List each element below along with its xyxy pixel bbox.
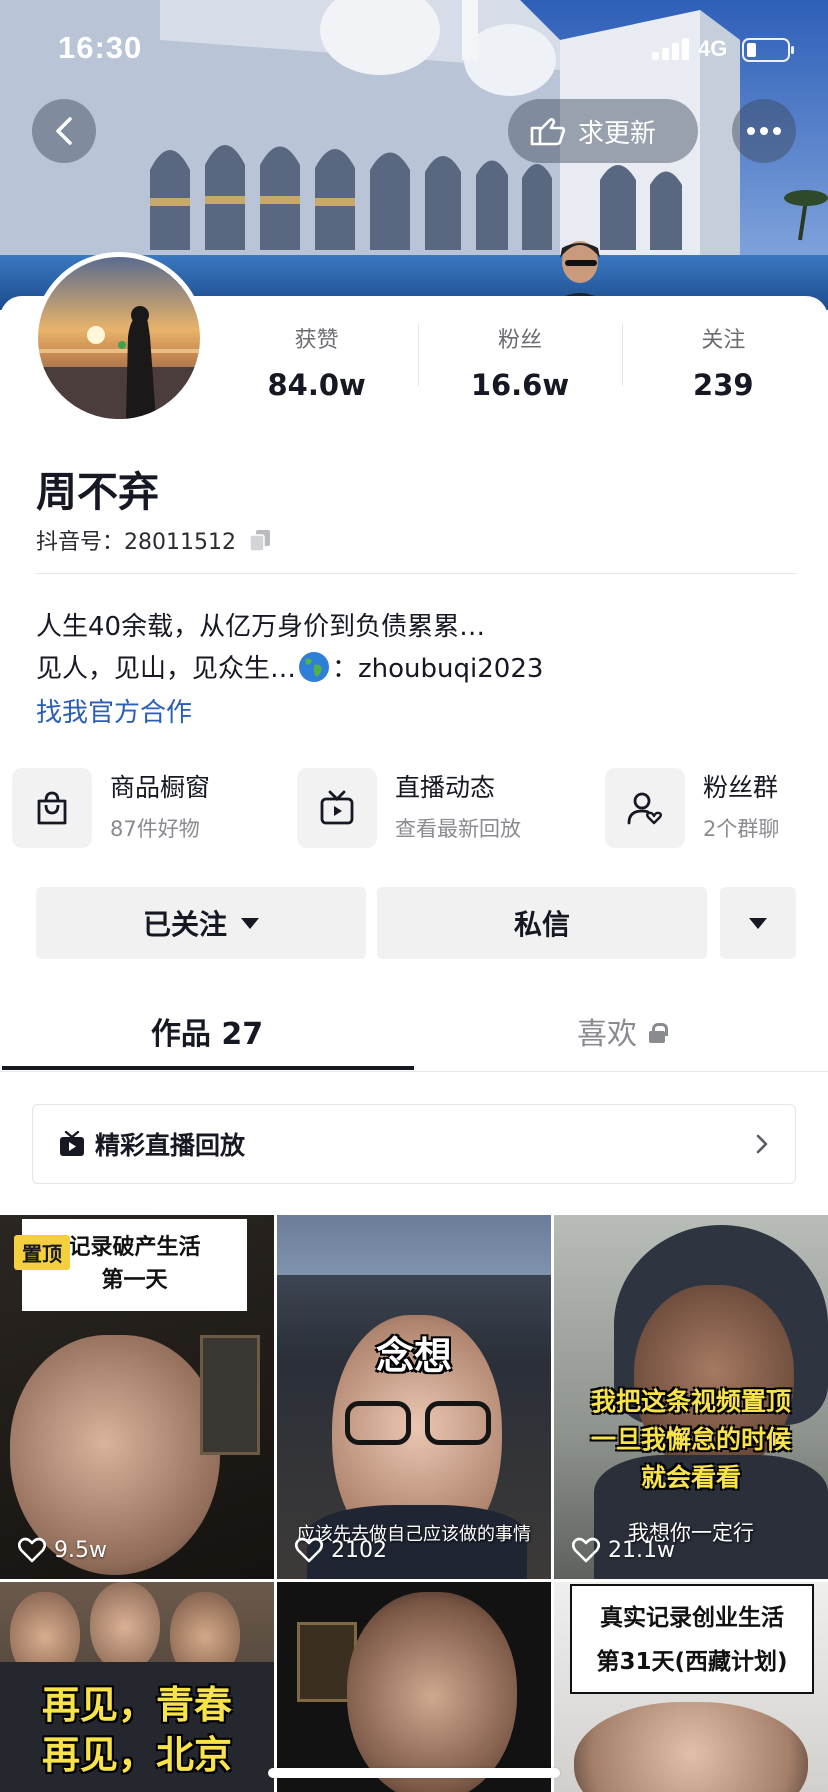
bio-line-1: 人生40余载，从亿万身价到负债累累… — [36, 612, 486, 642]
battery-icon — [742, 38, 794, 62]
feature-shop-window-subtitle: 87件好物 — [110, 817, 200, 841]
more-button[interactable] — [732, 99, 796, 163]
video-tile[interactable] — [277, 1582, 551, 1792]
video-caption: 再见，青春 再见，北京 — [41, 1683, 232, 1777]
video-tile[interactable]: 记录破产生活 第一天 置顶 9.5w — [0, 1215, 274, 1579]
copy-icon[interactable] — [248, 528, 272, 552]
stat-likes-value: 84.0w — [267, 368, 366, 402]
video-caption: 真实记录创业生活 第31天(西藏计划) — [570, 1584, 814, 1694]
feature-shortcuts: 商品橱窗 87件好物 直播动态 查看最新回放 粉丝群 2个群聊 — [0, 766, 828, 850]
more-dots-icon — [747, 127, 781, 135]
bio-line-2: 见人，见山，见众生… ：zhoubuqi2023 — [36, 648, 543, 690]
heart-icon — [295, 1537, 323, 1563]
recommend-toggle-button[interactable] — [720, 887, 796, 959]
triangle-down-icon — [241, 917, 259, 929]
video-caption: 念想 — [375, 1334, 452, 1378]
divider — [36, 573, 796, 574]
douyin-id-text: 抖音号：28011512 — [36, 530, 236, 555]
feature-live-updates[interactable]: 直播动态 查看最新回放 — [297, 766, 521, 850]
bio-line-2-suffix: ：zhoubuqi2023 — [332, 654, 544, 684]
video-tile[interactable]: 我把这条视频置顶 一旦我懈怠的时候 就会看看 我想你一定行 21.1w — [554, 1215, 828, 1579]
stat-likes-label: 获赞 — [294, 328, 339, 353]
feature-shop-window[interactable]: 商品橱窗 87件好物 — [12, 766, 210, 850]
heart-icon — [18, 1537, 46, 1563]
followed-label: 已关注 — [142, 908, 227, 941]
stat-likes[interactable]: 获赞 84.0w — [215, 322, 418, 402]
tab-active-indicator — [2, 1066, 414, 1070]
message-button[interactable]: 私信 — [377, 887, 707, 959]
video-likes: 2102 — [295, 1537, 387, 1563]
video-likes-count: 2102 — [331, 1537, 387, 1563]
followed-button[interactable]: 已关注 — [36, 887, 366, 959]
live-replay-entry[interactable]: 精彩直播回放 — [32, 1104, 796, 1184]
bio-line-2-prefix: 见人，见山，见众生… — [36, 654, 297, 684]
video-grid: 记录破产生活 第一天 置顶 9.5w 念想 应该先去做自己应该做的事情 2102… — [0, 1215, 828, 1792]
status-bar: 16:30 4G — [0, 0, 828, 100]
umbrella-background — [277, 1215, 551, 1275]
video-tile[interactable]: 念想 应该先去做自己应该做的事情 2102 — [277, 1215, 551, 1579]
globe-icon — [299, 652, 330, 682]
feature-fan-group-title: 粉丝群 — [703, 773, 779, 802]
video-tile[interactable]: 再见，青春 再见，北京 — [0, 1582, 274, 1792]
video-caption: 我把这条视频置顶 一旦我懈怠的时候 就会看看 — [590, 1387, 791, 1492]
glasses-left — [345, 1401, 411, 1445]
stat-followers-label: 粉丝 — [497, 328, 542, 353]
stat-followers[interactable]: 粉丝 16.6w — [418, 322, 621, 402]
live-tv-icon — [60, 1131, 84, 1156]
fan-group-icon — [605, 768, 685, 848]
network-type: 4G — [698, 36, 728, 61]
lock-icon — [649, 1023, 668, 1043]
profile-actions: 已关注 私信 — [36, 887, 796, 959]
window-frame — [200, 1335, 260, 1455]
chevron-left-icon — [56, 117, 72, 145]
stat-following-label: 关注 — [701, 328, 746, 353]
video-likes-count: 9.5w — [54, 1537, 107, 1563]
back-button[interactable] — [32, 99, 96, 163]
stat-following[interactable]: 关注 239 — [621, 322, 825, 402]
chevron-right-icon — [756, 1134, 768, 1154]
signal-icon — [652, 38, 692, 60]
video-thumbnail — [90, 1582, 160, 1672]
avatar-sunset-image — [38, 257, 200, 419]
profile-name: 周不弃 — [36, 468, 159, 516]
video-likes: 21.1w — [572, 1537, 675, 1563]
glasses-right — [425, 1401, 491, 1445]
tab-works[interactable]: 作品 27 — [0, 1000, 414, 1072]
feature-fan-group[interactable]: 粉丝群 2个群聊 — [605, 766, 779, 850]
tab-works-label: 作品 27 — [150, 1017, 264, 1052]
tv-icon — [297, 768, 377, 848]
feature-live-updates-title: 直播动态 — [395, 773, 496, 802]
douyin-id-row: 抖音号：28011512 — [36, 524, 272, 556]
feature-live-updates-subtitle: 查看最新回放 — [395, 817, 521, 841]
stat-followers-value: 16.6w — [470, 368, 570, 402]
message-label: 私信 — [513, 908, 570, 941]
pointing-hand-icon — [530, 118, 566, 146]
stat-following-value: 239 — [693, 368, 754, 402]
video-thumbnail — [347, 1592, 517, 1792]
request-update-label: 求更新 — [578, 118, 657, 149]
feature-fan-group-subtitle: 2个群聊 — [703, 817, 780, 841]
shopping-bag-icon — [12, 768, 92, 848]
profile-stats: 获赞 84.0w 粉丝 16.6w 关注 239 — [215, 322, 825, 402]
request-update-button[interactable]: 求更新 — [508, 99, 698, 163]
triangle-down-icon — [749, 917, 767, 929]
home-indicator[interactable] — [268, 1768, 560, 1778]
video-thumbnail — [574, 1702, 808, 1792]
pinned-badge: 置顶 — [14, 1235, 70, 1270]
tab-likes-label: 喜欢 — [577, 1017, 637, 1052]
content-tabs: 作品 27 喜欢 — [0, 1000, 828, 1072]
feature-shop-window-title: 商品橱窗 — [110, 773, 211, 802]
video-likes: 9.5w — [18, 1537, 107, 1563]
status-time: 16:30 — [58, 30, 143, 65]
video-likes-count: 21.1w — [608, 1537, 675, 1563]
heart-icon — [572, 1537, 600, 1563]
tab-likes[interactable]: 喜欢 — [414, 1000, 828, 1072]
official-cooperation-link[interactable]: 找我官方合作 — [36, 692, 192, 729]
live-replay-label: 精彩直播回放 — [95, 1131, 246, 1160]
avatar[interactable] — [33, 252, 205, 424]
video-tile[interactable]: 真实记录创业生活 第31天(西藏计划) — [554, 1582, 828, 1792]
bio: 人生40余载，从亿万身价到负债累累… 见人，见山，见众生… ：zhoubuqi2… — [36, 606, 543, 690]
